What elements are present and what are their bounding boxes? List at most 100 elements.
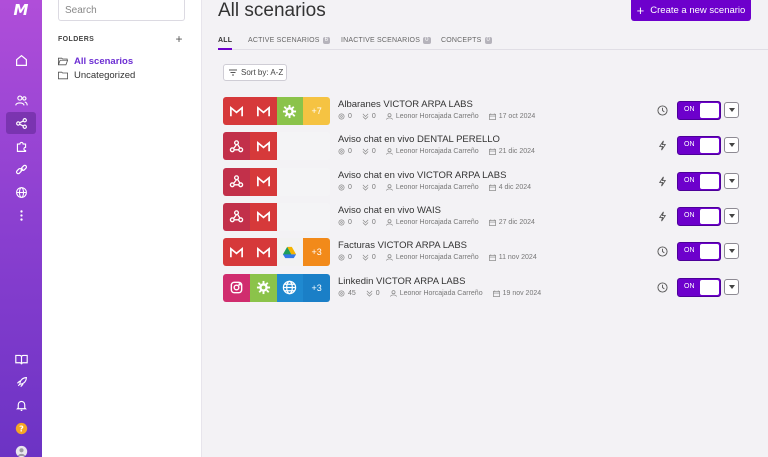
- scenario-meta: 0 0 Leonor Horcajada Carreño 11 nov 2024: [338, 254, 537, 261]
- scenario-modules[interactable]: [223, 202, 330, 231]
- toggle-on-label: ON: [684, 176, 695, 184]
- tab-count-badge: 6: [322, 36, 331, 44]
- owner-icon: [385, 148, 393, 156]
- tab-label: ALL: [218, 36, 233, 44]
- toggle-on-label: ON: [684, 211, 695, 219]
- scenario-meta: 0 0 Leonor Horcajada Carreño 21 dic 2024: [338, 148, 535, 155]
- scenario-row[interactable]: Aviso chat en vivo VICTOR ARPA LABS 0 0 …: [223, 167, 740, 196]
- scenario-modules[interactable]: +3: [223, 273, 330, 302]
- schedule-clock-icon[interactable]: [657, 105, 668, 116]
- schedule-clock-icon[interactable]: [657, 246, 668, 257]
- link-icon[interactable]: [6, 158, 36, 180]
- instant-trigger-icon[interactable]: [657, 211, 668, 222]
- scenario-toggle[interactable]: ON: [677, 171, 721, 191]
- owner-icon: [385, 219, 393, 226]
- scenario-row[interactable]: Aviso chat en vivo DENTAL PERELLO 0 0 Le…: [223, 132, 740, 161]
- page-title: All scenarios: [218, 0, 326, 21]
- users-icon[interactable]: [6, 89, 36, 111]
- scenario-toggle[interactable]: ON: [677, 136, 721, 156]
- scenario-row[interactable]: +7 Albaranes VICTOR ARPA LABS 0 0 Leonor …: [223, 97, 740, 125]
- search-input[interactable]: [58, 0, 185, 21]
- data-transfer-icon: [362, 219, 369, 226]
- tab-all[interactable]: ALL: [218, 35, 233, 50]
- instant-trigger-icon[interactable]: [657, 140, 668, 151]
- scenario-modules[interactable]: +3: [223, 238, 330, 267]
- scenario-toggle[interactable]: ON: [677, 277, 721, 297]
- last-edit-date: 4 dic 2024: [498, 183, 532, 191]
- scenario-row[interactable]: Aviso chat en vivo WAIS 0 0 Leonor Horca…: [223, 202, 740, 231]
- row-menu-button[interactable]: [724, 172, 739, 189]
- more-modules-count: +3: [303, 238, 330, 267]
- puzzle-icon[interactable]: [6, 135, 36, 157]
- schedule-clock-icon[interactable]: [657, 281, 668, 293]
- svg-text:?: ?: [19, 423, 24, 433]
- globe-icon[interactable]: [6, 181, 36, 203]
- owner-name: Leonor Horcajada Carreño: [399, 289, 483, 297]
- empty-module-slot: [276, 167, 304, 196]
- toggle-on-label: ON: [684, 247, 695, 255]
- data-transfer-icon: [366, 290, 373, 297]
- operations-icon: [338, 254, 345, 261]
- tools-icon: [249, 273, 277, 302]
- scenario-meta: 0 0 Leonor Horcajada Carreño 27 dic 2024: [338, 219, 535, 226]
- create-scenario-button[interactable]: + Create a new scenario: [631, 0, 751, 21]
- owner-name: Leonor Horcajada Carreño: [395, 148, 479, 156]
- last-edit-date: 19 nov 2024: [502, 289, 542, 297]
- row-menu-button[interactable]: [724, 207, 739, 224]
- scenario-toggle[interactable]: ON: [677, 242, 721, 262]
- tab-concepts[interactable]: CONCEPTS 0: [441, 35, 493, 45]
- share-icon[interactable]: [6, 112, 36, 134]
- data-transfer-icon: [362, 113, 369, 120]
- row-menu-button[interactable]: [724, 243, 739, 260]
- tab-active-scenarios[interactable]: ACTIVE SCENARIOS 6: [248, 35, 331, 45]
- scenario-row[interactable]: +3 Facturas VICTOR ARPA LABS 0 0 Leonor H…: [223, 238, 740, 267]
- toggle-knob: [700, 244, 719, 260]
- scenario-row[interactable]: +3 Linkedin VICTOR ARPA LABS 45 0 Leonor …: [223, 273, 740, 302]
- scenario-name[interactable]: Aviso chat en vivo DENTAL PERELLO: [338, 134, 500, 145]
- calendar-icon: [492, 289, 500, 297]
- gmail-icon: [249, 132, 277, 161]
- toggle-on-label: ON: [684, 106, 695, 113]
- row-menu-button[interactable]: [724, 278, 739, 295]
- scenario-name[interactable]: Aviso chat en vivo VICTOR ARPA LABS: [338, 170, 506, 181]
- scenario-name[interactable]: Albaranes VICTOR ARPA LABS: [338, 99, 473, 110]
- instant-trigger-icon[interactable]: [657, 176, 668, 187]
- more-dots-icon[interactable]: [6, 204, 36, 226]
- gmail-icon: [249, 202, 277, 231]
- operations-count: 0: [348, 148, 352, 156]
- avatar[interactable]: [6, 440, 36, 457]
- folder-item-uncategorized[interactable]: Uncategorized: [58, 68, 135, 82]
- operations-count: 0: [348, 218, 352, 226]
- add-folder-button[interactable]: +: [174, 32, 184, 46]
- main-content: All scenarios + Create a new scenario AL…: [202, 0, 768, 457]
- calendar-icon: [488, 184, 496, 191]
- home-icon[interactable]: [6, 49, 36, 71]
- help-icon[interactable]: ?: [6, 417, 36, 439]
- book-icon[interactable]: [6, 348, 36, 370]
- scenario-modules[interactable]: [223, 132, 330, 161]
- scenario-modules[interactable]: +7: [223, 97, 330, 125]
- scenario-name[interactable]: Linkedin VICTOR ARPA LABS: [338, 276, 465, 287]
- last-edit-date: 11 nov 2024: [498, 254, 537, 262]
- more-modules-count: +7: [303, 97, 330, 125]
- gmail-icon: [249, 238, 277, 267]
- folder-open-icon: [58, 57, 68, 65]
- tab-inactive-scenarios[interactable]: INACTIVE SCENARIOS 0: [341, 35, 431, 45]
- webhook-icon: [223, 202, 250, 231]
- row-menu-button[interactable]: [724, 102, 739, 118]
- operations-count: 45: [348, 289, 356, 297]
- rocket-icon[interactable]: [6, 371, 36, 393]
- scenario-modules[interactable]: [223, 167, 330, 196]
- row-menu-button[interactable]: [724, 137, 739, 154]
- make-logo[interactable]: M: [9, 2, 33, 18]
- scenario-name[interactable]: Aviso chat en vivo WAIS: [338, 205, 441, 216]
- instagram-icon: [223, 273, 250, 302]
- scenario-toggle[interactable]: ON: [677, 101, 721, 120]
- scenario-name[interactable]: Facturas VICTOR ARPA LABS: [338, 240, 467, 251]
- bell-icon[interactable]: [6, 394, 36, 416]
- sort-button[interactable]: Sort by: A-Z: [223, 64, 287, 81]
- gmail-icon: [249, 97, 277, 125]
- scenario-toggle[interactable]: ON: [677, 206, 721, 226]
- folder-item-all-scenarios[interactable]: All scenarios: [58, 54, 133, 68]
- last-edit-date: 21 dic 2024: [498, 148, 535, 156]
